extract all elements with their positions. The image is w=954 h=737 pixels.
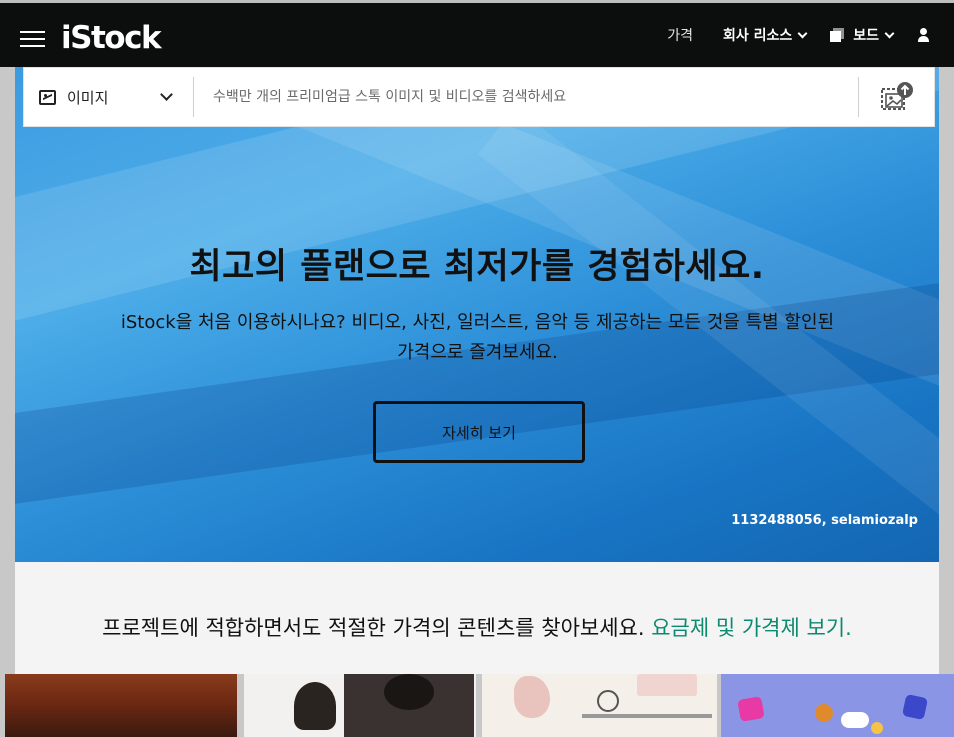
nav-pricing-link[interactable]: 가격 [667, 25, 693, 45]
pricing-band: 프로젝트에 적합하면서도 적절한 가격의 콘텐츠를 찾아보세요. 요금제 및 가… [15, 562, 939, 674]
hero-subtitle-line2: 가격으로 즐겨보세요. [397, 342, 558, 363]
nav-right: 가격 회사 리소스 보드 [667, 3, 954, 67]
search-bar: 이미지 [23, 67, 935, 127]
thumbnail-card[interactable] [5, 674, 237, 737]
nav-boards[interactable]: 보드 [830, 25, 895, 45]
pricing-text: 프로젝트에 적합하면서도 적절한 가격의 콘텐츠를 찾아보세요. 요금제 및 가… [15, 612, 939, 642]
chevron-down-icon [797, 28, 808, 38]
visual-search-icon [880, 82, 913, 110]
nav-boards-label: 보드 [853, 28, 879, 44]
nav-company-resources-label: 회사 리소스 [722, 28, 793, 44]
hero-subtitle: iStock을 처음 이용하시나요? 비디오, 사진, 일러스트, 음악 등 제… [80, 308, 875, 368]
learn-more-button[interactable]: 자세히 보기 [373, 401, 585, 463]
hero-title: 최고의 플랜으로 최저가를 경험하세요. [189, 247, 765, 287]
thumbnail-card[interactable] [482, 674, 717, 737]
hero-subtitle-line1: iStock을 처음 이용하시나요? 비디오, 사진, 일러스트, 음악 등 제… [120, 312, 835, 333]
image-icon [39, 89, 56, 105]
thumbnail-card[interactable] [721, 674, 954, 737]
logo[interactable]: iStock [61, 20, 162, 56]
board-icon [830, 28, 845, 42]
thumbnail-row [5, 674, 954, 737]
chevron-down-icon [160, 88, 173, 101]
search-input[interactable] [194, 77, 858, 117]
chevron-down-icon [884, 28, 895, 38]
media-type-label: 이미지 [67, 88, 109, 107]
menu-icon[interactable] [20, 31, 45, 49]
image-credit: 1132488056, selamiozalp [731, 513, 918, 528]
pricing-link[interactable]: 요금제 및 가격제 보기. [651, 616, 852, 640]
user-icon[interactable] [917, 28, 929, 42]
visual-search-button[interactable] [858, 77, 934, 117]
media-type-select[interactable]: 이미지 [24, 77, 194, 117]
thumbnail-card[interactable] [244, 674, 476, 737]
pricing-text-main: 프로젝트에 적합하면서도 적절한 가격의 콘텐츠를 찾아보세요. [102, 616, 652, 640]
nav-company-resources[interactable]: 회사 리소스 [722, 25, 808, 45]
